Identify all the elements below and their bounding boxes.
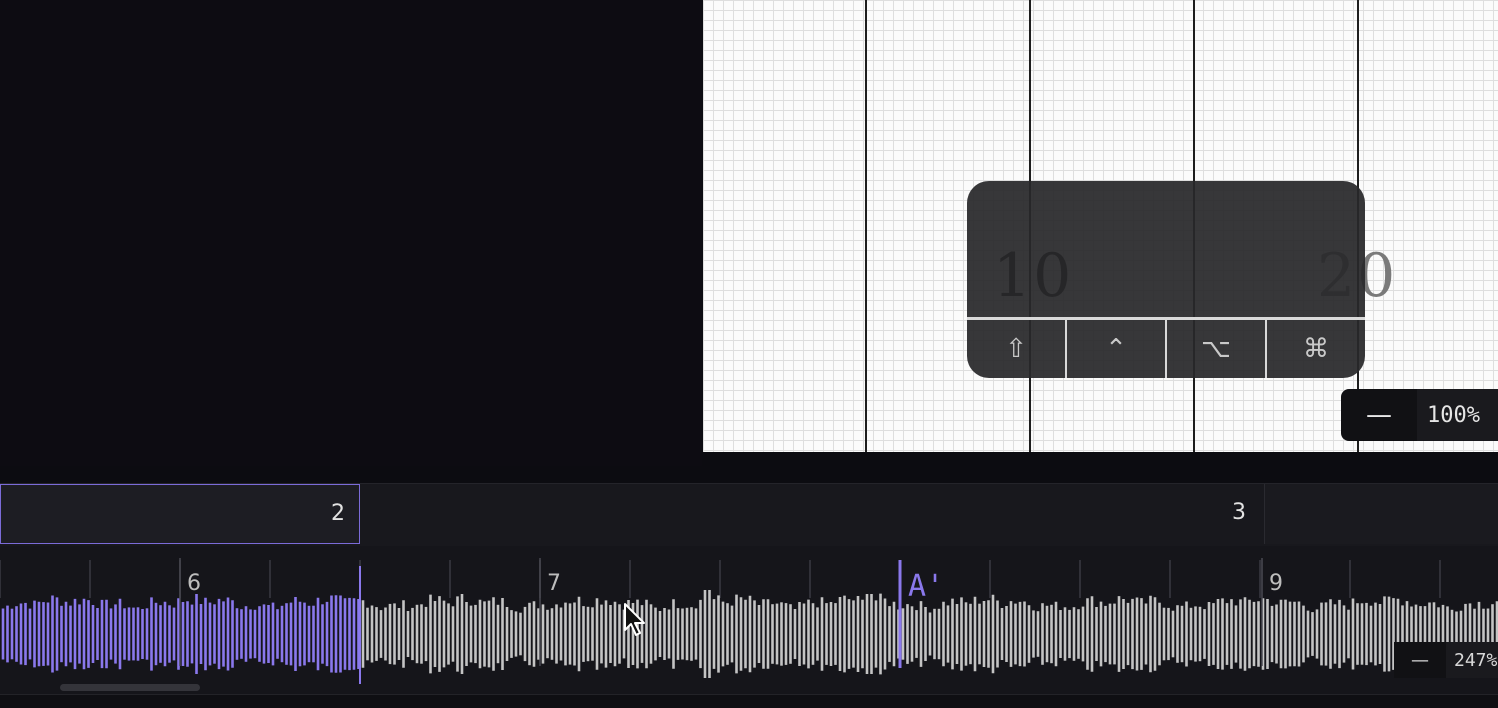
tick-marks — [0, 560, 1441, 598]
waveform-bars — [1, 590, 1498, 678]
horizontal-scrollbar[interactable] — [60, 684, 200, 691]
modifier-key-row: ⇧ ⌃ ⌥ ⌘ — [967, 320, 1365, 378]
video-preview-pane — [0, 0, 702, 466]
score-zoom-control: — 100% — [1341, 389, 1498, 441]
minus-icon: — — [1411, 649, 1429, 671]
beat-marker-label: 6 — [187, 571, 201, 596]
waveform-track[interactable]: 6 7 9 A' — [0, 546, 1498, 694]
option-icon: ⌥ — [1201, 334, 1231, 364]
status-strip — [0, 694, 1498, 708]
minus-icon: — — [1366, 400, 1392, 430]
mouse-cursor-icon — [624, 603, 645, 636]
bar-line — [865, 0, 867, 452]
rehearsal-marker-label: A' — [908, 569, 944, 604]
command-icon: ⌘ — [1303, 334, 1329, 364]
section-block[interactable]: 2 — [0, 484, 360, 544]
zoom-out-button[interactable]: — — [1341, 389, 1417, 441]
waveform-display[interactable]: 6 7 9 A' — [0, 546, 1498, 694]
section-block[interactable] — [1264, 484, 1498, 544]
control-key-button[interactable]: ⌃ — [1067, 320, 1167, 378]
waveform-zoom-level[interactable]: 247% — [1446, 642, 1498, 678]
app-window: 10 20 ⇧ ⌃ ⌥ ⌘ — 100% 2 3 — [0, 0, 1498, 708]
zoom-level[interactable]: 100% — [1417, 389, 1498, 441]
command-key-button[interactable]: ⌘ — [1267, 320, 1365, 378]
modifier-keys-panel: ⇧ ⌃ ⌥ ⌘ — [967, 181, 1365, 378]
section-track: 2 3 — [0, 483, 1498, 546]
section-label: 3 — [1232, 500, 1246, 525]
shift-key-button[interactable]: ⇧ — [967, 320, 1067, 378]
section-label: 2 — [331, 501, 345, 526]
beat-marker-label: 9 — [1269, 571, 1283, 596]
waveform-zoom-out-button[interactable]: — — [1394, 642, 1446, 678]
waveform-zoom-control: — 247% — [1394, 642, 1498, 678]
shift-icon: ⇧ — [1005, 334, 1027, 364]
option-key-button[interactable]: ⌥ — [1167, 320, 1267, 378]
beat-marker-label: 7 — [547, 571, 561, 596]
control-icon: ⌃ — [1105, 334, 1127, 364]
